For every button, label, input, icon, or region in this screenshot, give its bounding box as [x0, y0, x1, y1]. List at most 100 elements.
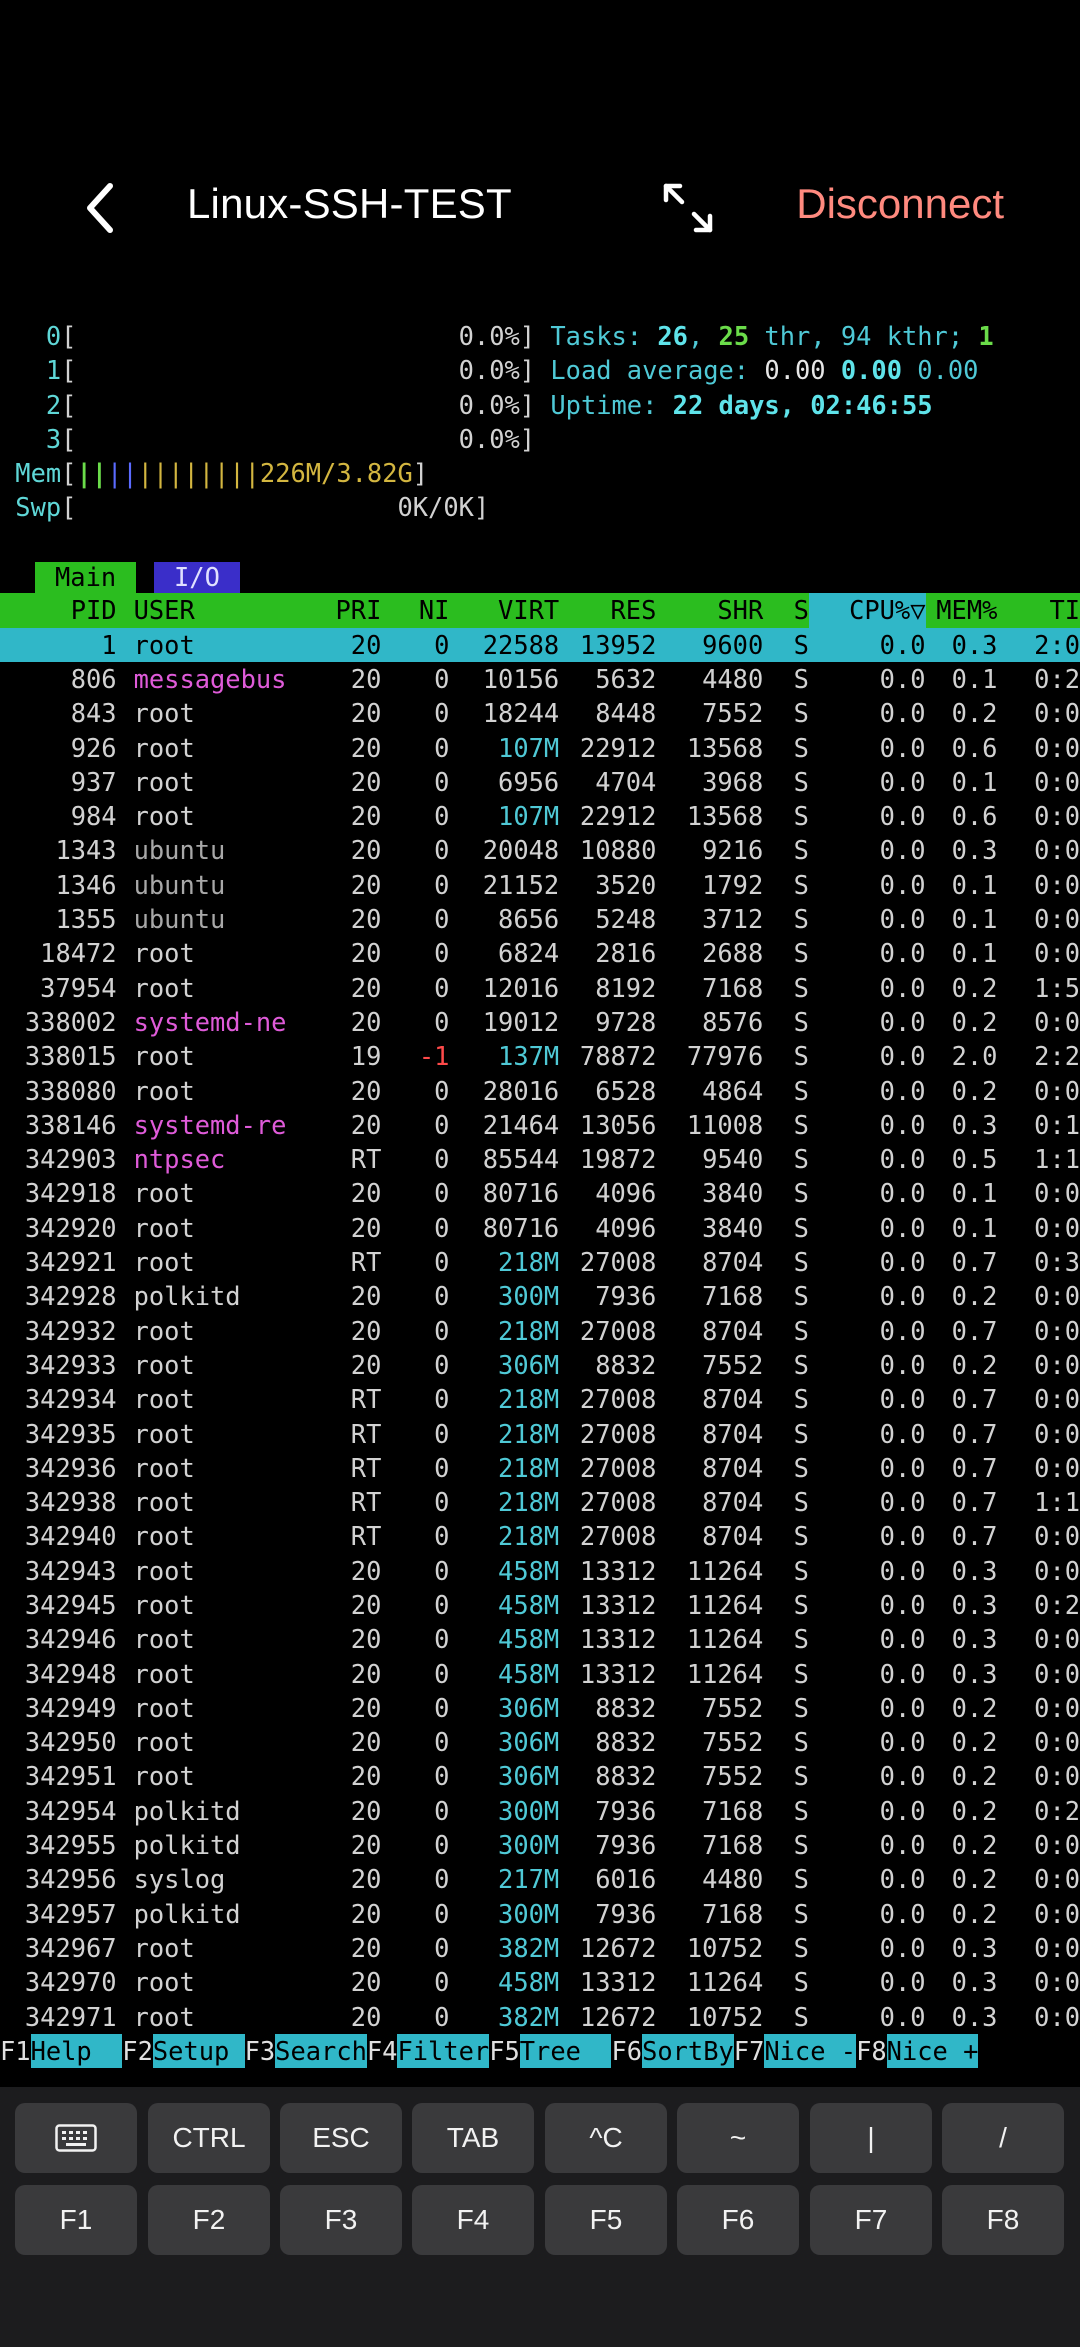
key-esc[interactable]: ESC [280, 2103, 402, 2173]
table-row[interactable]: 342943 root 20 0 458M 13312 11264 S 0.0 0.3 0:0 [0, 1554, 1080, 1588]
col-shr[interactable]: SHR [656, 593, 763, 627]
table-row[interactable]: 342956 syslog 20 0 217M 6016 4480 S 0.0 0.2 0:0 [0, 1862, 1080, 1896]
keyboard-toggle-button[interactable] [15, 2103, 137, 2173]
table-row[interactable]: 342935 root RT 0 218M 27008 8704 S 0.0 0.7 0:0 [0, 1417, 1080, 1451]
fkey-3-label[interactable]: Search [275, 2033, 367, 2069]
process-res: 3520 [595, 869, 657, 900]
table-row[interactable]: 342903 ntpsec RT 0 85544 19872 9540 S 0.0 0.5 1:1 [0, 1142, 1080, 1176]
fkey-8-label[interactable]: Nice + [886, 2033, 979, 2069]
fkey-7-label[interactable]: Nice - [764, 2033, 857, 2069]
table-row[interactable]: 843 root 20 0 18244 8448 7552 S 0.0 0.2 0:0 [0, 696, 1080, 730]
table-row[interactable]: 342936 root RT 0 218M 27008 8704 S 0.0 0.7 0:0 [0, 1451, 1080, 1485]
table-row[interactable]: 342920 root 20 0 80716 4096 3840 S 0.0 0.1 0:0 [0, 1211, 1080, 1245]
key-tilde[interactable]: ~ [677, 2103, 799, 2173]
table-row[interactable]: 342954 polkitd 20 0 300M 7936 7168 S 0.0 0.2 0:2 [0, 1794, 1080, 1828]
table-row[interactable]: 338146 systemd-re 20 0 21464 13056 11008 S 0.0 0.… [0, 1108, 1080, 1142]
key-f5[interactable]: F5 [545, 2185, 667, 2255]
process-virt: 458M [498, 1658, 560, 1689]
key-f3[interactable]: F3 [280, 2185, 402, 2255]
table-row[interactable]: 342932 root 20 0 218M 27008 8704 S 0.0 0.7 0:0 [0, 1314, 1080, 1348]
table-row[interactable]: 342967 root 20 0 382M 12672 10752 S 0.0 0.3 0:0 [0, 1931, 1080, 1965]
process-virt: 6956 [498, 766, 560, 797]
col-user[interactable]: USER [117, 593, 326, 627]
col-res[interactable]: RES [559, 593, 657, 627]
table-row[interactable]: 984 root 20 0 107M 22912 13568 S 0.0 0.6 0:0 [0, 799, 1080, 833]
table-row[interactable]: 1346 ubuntu 20 0 21152 3520 1792 S 0.0 0.1 0:0 [0, 868, 1080, 902]
table-row[interactable]: 342938 root RT 0 218M 27008 8704 S 0.0 0.7 1:1 [0, 1485, 1080, 1519]
process-virt: 218M [498, 1315, 560, 1346]
table-row[interactable]: 342948 root 20 0 458M 13312 11264 S 0.0 0.3 0:0 [0, 1657, 1080, 1691]
key-slash[interactable]: / [942, 2103, 1064, 2173]
process-user: root [133, 1624, 195, 1655]
col-mem[interactable]: MEM% [926, 593, 997, 627]
table-row[interactable]: 338080 root 20 0 28016 6528 4864 S 0.0 0.2 0:0 [0, 1074, 1080, 1108]
table-row[interactable]: 342940 root RT 0 218M 27008 8704 S 0.0 0.7 0:0 [0, 1519, 1080, 1553]
table-row[interactable]: 342933 root 20 0 306M 8832 7552 S 0.0 0.2 0:0 [0, 1348, 1080, 1382]
table-row[interactable]: 1355 ubuntu 20 0 8656 5248 3712 S 0.0 0.1 0:0 [0, 902, 1080, 936]
process-pri: 20 [350, 1281, 382, 1312]
process-pri: RT [350, 1418, 382, 1449]
table-row[interactable]: 1 root 20 0 22588 13952 9600 S 0.0 0.3 2:0 [0, 627, 1080, 662]
table-row[interactable]: 342957 polkitd 20 0 300M 7936 7168 S 0.0 0.2 0:0 [0, 1897, 1080, 1931]
key-f4[interactable]: F4 [412, 2185, 534, 2255]
key-f8[interactable]: F8 [942, 2185, 1064, 2255]
key-f2[interactable]: F2 [148, 2185, 270, 2255]
key-f7[interactable]: F7 [810, 2185, 932, 2255]
process-pid: 342921 [24, 1247, 117, 1278]
fkey-1-label[interactable]: Help [30, 2033, 123, 2069]
process-cpu: 0.0 [879, 1315, 926, 1346]
table-row[interactable]: 342921 root RT 0 218M 27008 8704 S 0.0 0.7 0:3 [0, 1245, 1080, 1279]
disconnect-button[interactable]: Disconnect [796, 180, 1004, 228]
process-virt: 306M [498, 1692, 560, 1723]
tab-io[interactable]: I/O [154, 562, 240, 594]
process-pid: 342951 [24, 1761, 117, 1792]
process-virt: 10156 [482, 663, 560, 694]
process-user: root [133, 1932, 195, 1963]
key-f6[interactable]: F6 [677, 2185, 799, 2255]
fkey-2-label[interactable]: Setup [152, 2033, 245, 2069]
terminal-view[interactable]: 0[ 0.0%] Tasks: 26, 25 thr, 94 kthr; 1 1… [0, 319, 1080, 2087]
table-row[interactable]: 338002 systemd-ne 20 0 19012 9728 8576 S 0.0 0.2 0… [0, 1005, 1080, 1039]
col-cpu[interactable]: CPU%▽ [808, 593, 926, 628]
back-button[interactable] [70, 178, 130, 238]
table-row[interactable]: 1343 ubuntu 20 0 20048 10880 9216 S 0.0 0.3 0:0 [0, 833, 1080, 867]
process-res: 4096 [595, 1178, 657, 1209]
table-row[interactable]: 342955 polkitd 20 0 300M 7936 7168 S 0.0 0.2 0:0 [0, 1828, 1080, 1862]
fkey-6-label[interactable]: SortBy [642, 2033, 734, 2069]
fkey-2-key: F2 [122, 2035, 153, 2066]
col-pid[interactable]: PID [0, 593, 117, 627]
table-row[interactable]: 342970 root 20 0 458M 13312 11264 S 0.0 0.3 0:0 [0, 1965, 1080, 1999]
key-ctrl[interactable]: CTRL [148, 2103, 270, 2173]
table-row[interactable]: 342971 root 20 0 382M 12672 10752 S 0.0 0.3 0:0 [0, 2000, 1080, 2034]
table-row[interactable]: 342945 root 20 0 458M 13312 11264 S 0.0 0.3 0:2 [0, 1588, 1080, 1622]
col-state[interactable]: S [763, 593, 809, 627]
table-row[interactable]: 342949 root 20 0 306M 8832 7552 S 0.0 0.2 0:0 [0, 1691, 1080, 1725]
fkey-4-label[interactable]: Filter [397, 2033, 490, 2069]
key-f1[interactable]: F1 [15, 2185, 137, 2255]
table-row[interactable]: 342950 root 20 0 306M 8832 7552 S 0.0 0.2 0:0 [0, 1725, 1080, 1759]
table-row[interactable]: 342934 root RT 0 218M 27008 8704 S 0.0 0.7 0:0 [0, 1382, 1080, 1416]
col-virt[interactable]: VIRT [449, 593, 559, 627]
process-mem: 0.3 [951, 1967, 998, 1998]
col-ni[interactable]: NI [381, 593, 450, 627]
col-time[interactable]: TI [997, 593, 1080, 627]
table-row[interactable]: 342951 root 20 0 306M 8832 7552 S 0.0 0.2 0:0 [0, 1759, 1080, 1793]
expand-button[interactable] [655, 175, 721, 241]
key-ctrl-c[interactable]: ^C [545, 2103, 667, 2173]
key-pipe[interactable]: | [810, 2103, 932, 2173]
table-row[interactable]: 342928 polkitd 20 0 300M 7936 7168 S 0.0 0.2 0:0 [0, 1279, 1080, 1313]
table-row[interactable]: 342946 root 20 0 458M 13312 11264 S 0.0 0.3 0:0 [0, 1622, 1080, 1656]
table-row[interactable]: 338015 root 19 -1 137M 78872 77976 S 0.0 2.0 2:2 [0, 1039, 1080, 1073]
table-row[interactable]: 37954 root 20 0 12016 8192 7168 S 0.0 0.2 1:5 [0, 971, 1080, 1005]
table-row[interactable]: 342918 root 20 0 80716 4096 3840 S 0.0 0.1 0:0 [0, 1176, 1080, 1210]
table-row[interactable]: 806 messagebus 20 0 10156 5632 4480 S 0.0 0.1 0:2 [0, 662, 1080, 696]
key-tab[interactable]: TAB [412, 2103, 534, 2173]
process-time: 1:1 [1034, 1144, 1080, 1175]
process-time: 0:0 [1034, 1452, 1080, 1483]
table-row[interactable]: 937 root 20 0 6956 4704 3968 S 0.0 0.1 0:0 [0, 765, 1080, 799]
tab-main[interactable]: Main [35, 562, 137, 594]
col-pri[interactable]: PRI [326, 593, 382, 627]
table-row[interactable]: 18472 root 20 0 6824 2816 2688 S 0.0 0.1 0:0 [0, 936, 1080, 970]
table-row[interactable]: 926 root 20 0 107M 22912 13568 S 0.0 0.6 0:0 [0, 731, 1080, 765]
fkey-5-label[interactable]: Tree [519, 2033, 612, 2069]
